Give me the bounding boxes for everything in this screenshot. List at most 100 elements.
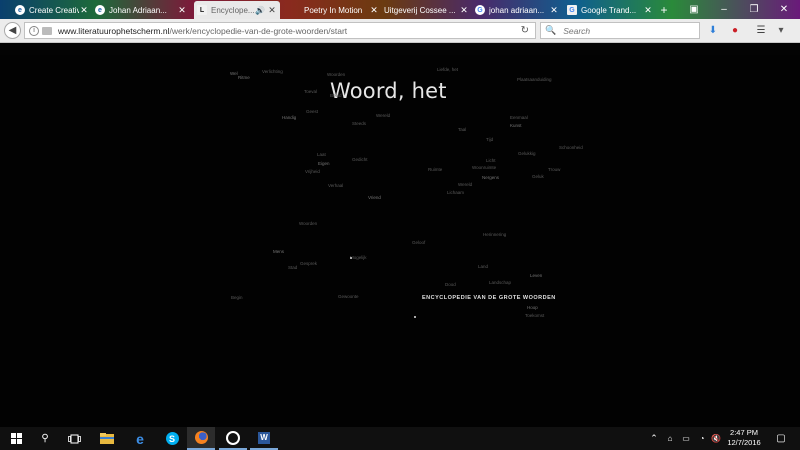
cloud-word[interactable]: Woorden <box>299 221 317 226</box>
cloud-word[interactable]: Eenmaal <box>510 115 528 120</box>
cloud-word[interactable]: Steeds <box>352 121 366 126</box>
decorative-dot <box>350 257 352 259</box>
cloud-word[interactable]: Dood <box>445 282 456 287</box>
cloud-word[interactable]: Laat <box>317 152 326 157</box>
close-tab-icon[interactable]: ✕ <box>267 5 277 16</box>
cloud-word[interactable]: Verlichting <box>262 69 283 74</box>
groove-music-button[interactable] <box>219 427 247 450</box>
word-button[interactable]: W <box>250 427 278 450</box>
cloud-word[interactable]: Licht <box>486 158 496 163</box>
google-translate-favicon-icon: G <box>567 5 577 15</box>
file-explorer-button[interactable] <box>93 427 121 450</box>
cloud-word[interactable]: Toekomst <box>525 313 544 318</box>
firefox-button[interactable] <box>187 427 215 450</box>
cloud-word[interactable]: Verhaal <box>328 183 343 188</box>
clock[interactable]: 2:47 PM 12/7/2016 <box>722 428 766 448</box>
cloud-word[interactable]: Geluk <box>532 174 544 179</box>
show-hidden-icons-chevron-icon[interactable]: ⌃ <box>648 427 660 450</box>
cloud-word[interactable]: Landschap <box>489 280 511 285</box>
action-center-icon[interactable]: ▢ <box>775 427 787 450</box>
cloud-word[interactable]: Ritme <box>238 75 250 80</box>
tab-johan-adriaan[interactable]: e Johan Adriaan... ✕ <box>92 1 190 19</box>
cloud-word[interactable]: Land <box>478 264 488 269</box>
address-bar[interactable]: i www.literatuurophetscherm.nl/werk/ency… <box>24 22 536 39</box>
speaker-icon[interactable]: 🔊 <box>255 6 265 15</box>
search-box[interactable]: 🔍 <box>540 22 700 39</box>
touchpad-icon[interactable]: ⌂ <box>664 427 676 450</box>
cloud-word[interactable]: Kunst <box>510 123 522 128</box>
tab-poetry-in-motion[interactable]: Poetry In Motion ✕ <box>298 1 382 19</box>
cloud-word[interactable]: Wereld <box>458 182 472 187</box>
close-tab-icon[interactable]: ✕ <box>459 5 469 16</box>
cloud-word[interactable]: Mogelijk <box>350 255 367 260</box>
minimize-button[interactable]: – <box>710 0 738 19</box>
cloud-word[interactable]: Mens <box>273 249 284 254</box>
cloud-word[interactable]: Herinnering <box>483 232 506 237</box>
cloud-word[interactable]: Gedicht <box>352 157 368 162</box>
close-tab-icon[interactable]: ✕ <box>79 5 89 16</box>
cloud-word[interactable]: Geest <box>306 109 318 114</box>
cloud-word[interactable]: Wereld <box>376 113 390 118</box>
skype-button[interactable]: S <box>158 427 186 450</box>
tab-uitgeverij-cossee[interactable]: Uitgeverij Cossee ... ✕ <box>378 1 472 19</box>
menu-icon[interactable]: ☰ <box>754 23 768 37</box>
url-text[interactable]: www.literatuurophetscherm.nl/werk/encycl… <box>58 26 347 36</box>
back-button[interactable]: ◀ <box>4 22 21 39</box>
site-identity-icon[interactable] <box>42 26 52 35</box>
cloud-word[interactable]: Woorden <box>327 72 345 77</box>
cloud-word[interactable]: Beeld <box>330 93 342 98</box>
cloud-word[interactable]: Begin <box>231 295 243 300</box>
tab-groups-icon[interactable]: ▣ <box>680 0 708 19</box>
cloud-word[interactable]: Trouw <box>548 167 560 172</box>
cloud-word[interactable]: Gewoonte <box>338 294 359 299</box>
edge-button[interactable]: e <box>126 427 154 450</box>
close-tab-icon[interactable]: ✕ <box>177 5 187 16</box>
cloud-word[interactable]: Vriend <box>368 195 381 200</box>
encyclopedia-title-link[interactable]: ENCYCLOPEDIE VAN DE GROTE WOORDEN <box>422 295 556 301</box>
battery-icon[interactable]: ▭ <box>680 427 692 450</box>
cloud-word[interactable]: Plaatsaanduiding <box>517 77 552 82</box>
cloud-word[interactable]: Liefde, het <box>437 67 458 72</box>
clock-time: 2:47 PM <box>730 428 758 437</box>
cloud-word[interactable]: Hoop <box>527 305 538 310</box>
start-button[interactable] <box>2 427 30 450</box>
tab-encyclopedie[interactable]: L Encyclope... 🔊 ✕ <box>194 1 280 19</box>
restore-button[interactable]: ❐ <box>740 0 768 19</box>
cloud-word[interactable]: Toeval <box>304 89 317 94</box>
search-taskbar-button[interactable]: ⚲ <box>31 427 59 450</box>
reload-icon[interactable]: ↻ <box>521 25 529 36</box>
downloads-icon[interactable]: ⬇ <box>706 23 720 37</box>
cloud-word[interactable]: Leven <box>530 273 542 278</box>
cloud-word[interactable]: Geloof <box>412 240 425 245</box>
tab-create-creative[interactable]: e Create Creativ... ✕ <box>12 1 92 19</box>
pinterest-icon[interactable]: ● <box>728 23 742 37</box>
cloud-word[interactable]: Tijd <box>486 137 493 142</box>
volume-muted-icon[interactable]: 🔇 <box>710 427 722 450</box>
cloud-word[interactable]: Woonruimte <box>472 165 496 170</box>
tab-johan-adriaan-search[interactable]: G johan adriaan... ✕ <box>472 1 562 19</box>
close-tab-icon[interactable]: ✕ <box>549 5 559 16</box>
cloud-word[interactable]: Vrijheid <box>305 169 320 174</box>
tab-label: Encyclope... <box>211 5 255 15</box>
search-input[interactable] <box>561 24 696 37</box>
cloud-word[interactable]: Handig <box>282 115 296 120</box>
cloud-word[interactable]: Eigen <box>318 161 330 166</box>
cloud-word[interactable]: Nergens <box>482 175 499 180</box>
cloud-word[interactable]: Lichaam <box>447 190 464 195</box>
close-window-button[interactable]: ✕ <box>770 0 798 19</box>
cloud-word[interactable]: Ruimte <box>428 167 442 172</box>
cloud-word[interactable]: Wel <box>230 71 238 76</box>
cloud-word[interactable]: Taal <box>458 127 466 132</box>
close-tab-icon[interactable]: ✕ <box>643 5 653 16</box>
wifi-icon[interactable]: ◔ <box>696 427 708 450</box>
cloud-word[interactable]: Stad <box>288 265 297 270</box>
back-arrow-icon: ◀ <box>8 25 17 36</box>
info-icon[interactable]: i <box>29 25 39 36</box>
tab-google-trand[interactable]: G Google Trand... ✕ <box>564 1 656 19</box>
extension-icon[interactable]: ▾ <box>774 23 788 37</box>
cloud-word[interactable]: Schoonheid <box>559 145 583 150</box>
new-tab-button[interactable]: + <box>657 1 671 18</box>
cloud-word[interactable]: Gesprek <box>300 261 317 266</box>
cloud-word[interactable]: Gelukkig <box>518 151 536 156</box>
task-view-button[interactable] <box>60 427 88 450</box>
